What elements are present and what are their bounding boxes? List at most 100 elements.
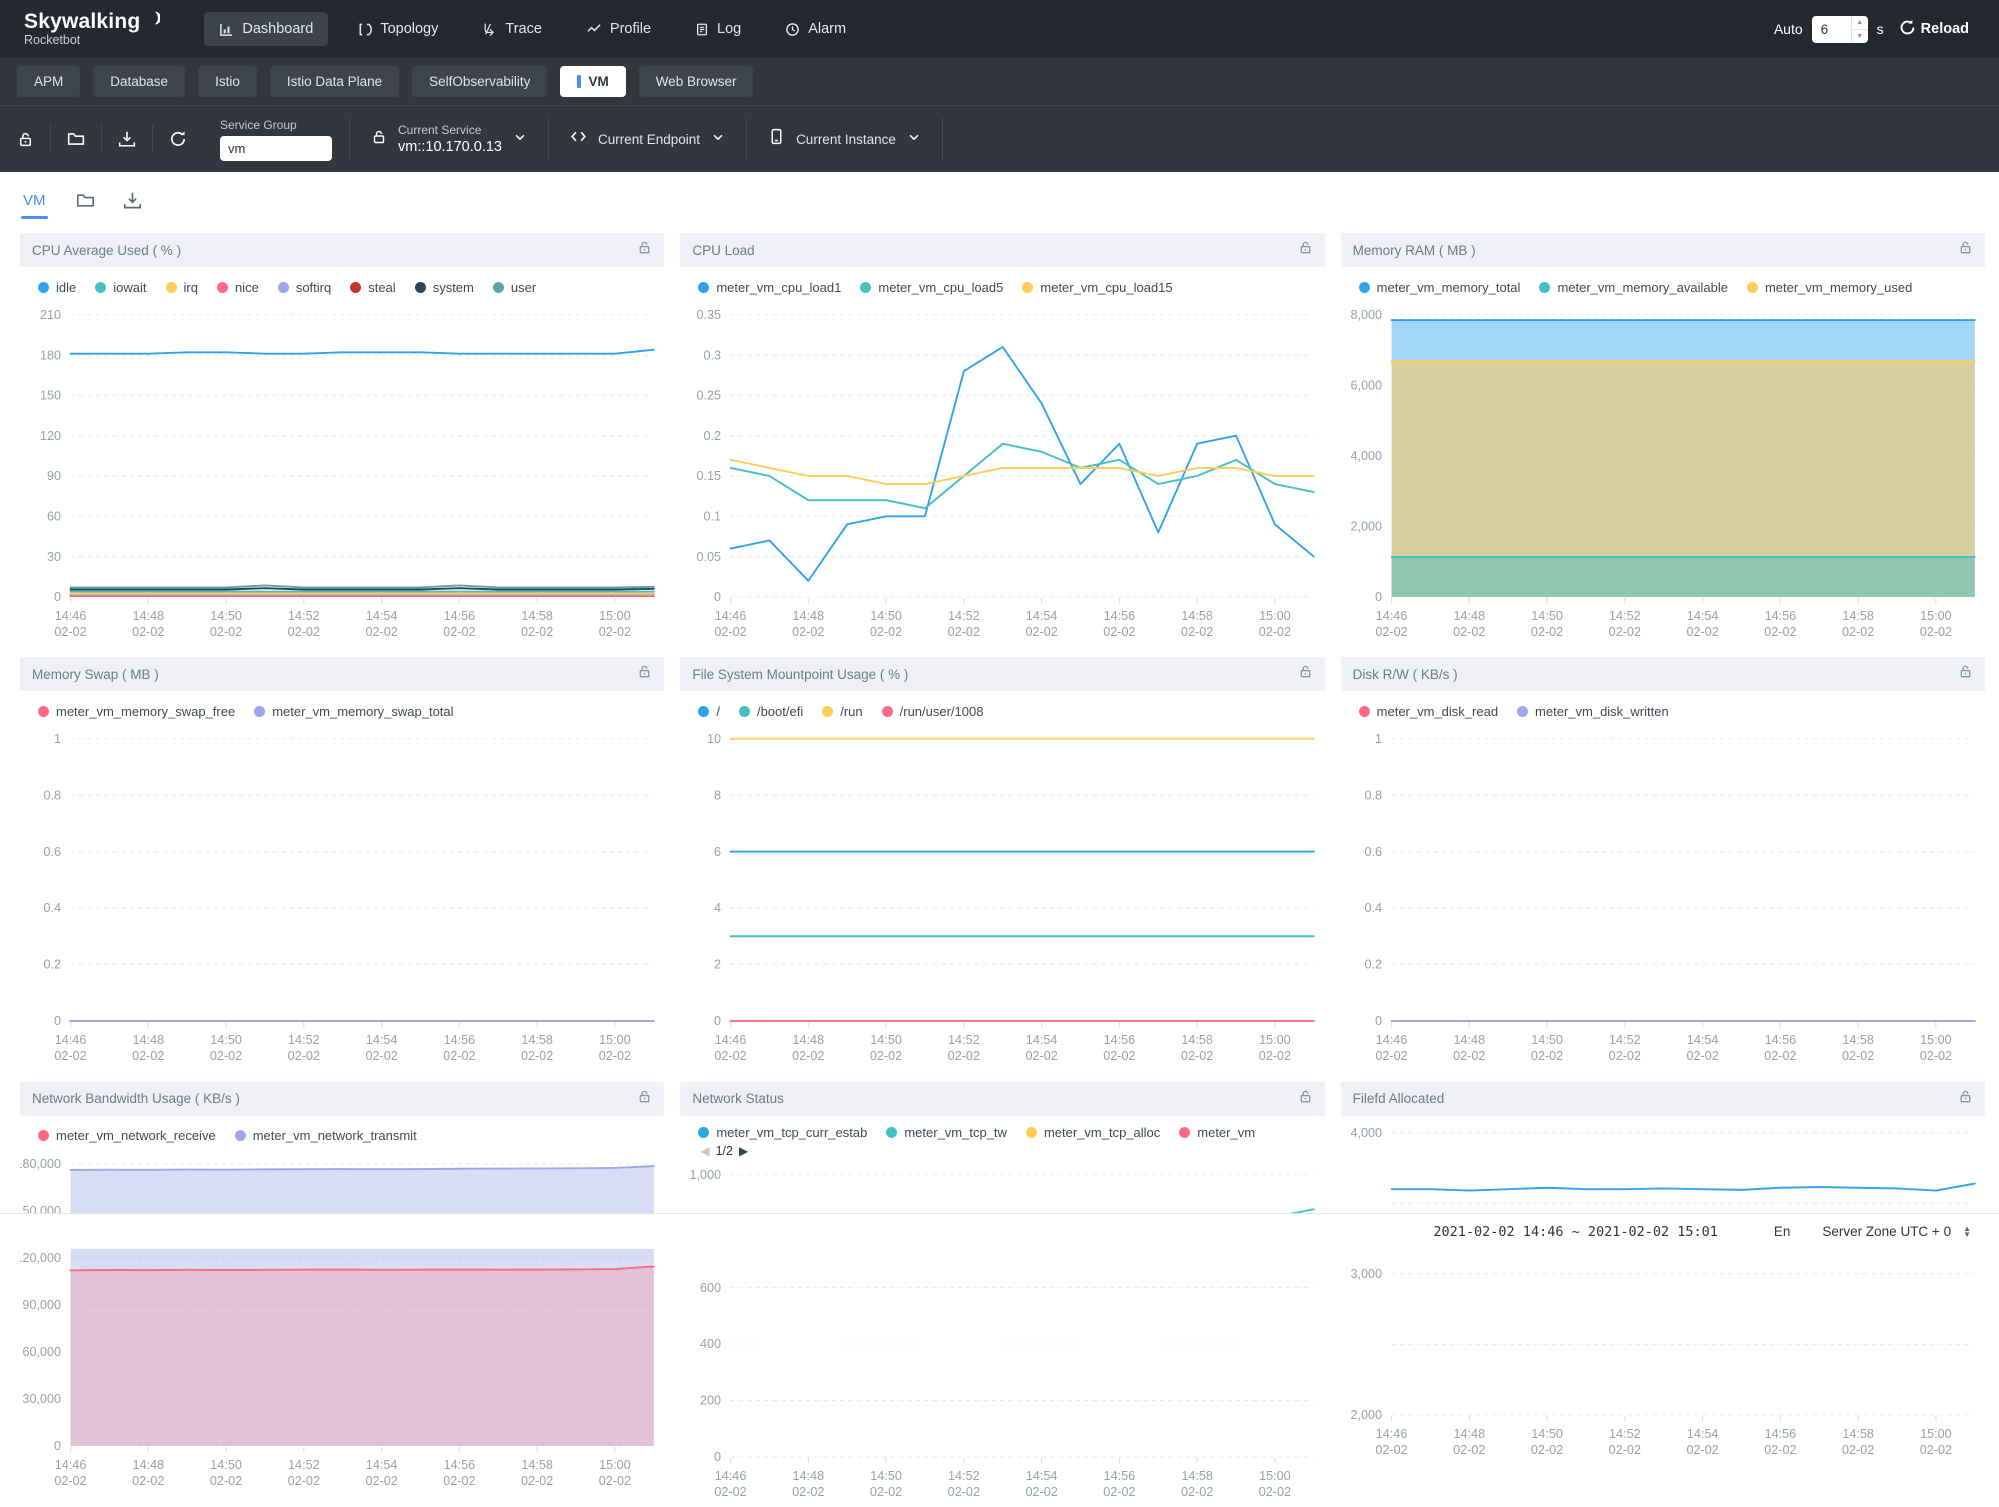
export-toolbar-button[interactable] [102,106,152,172]
lock-icon[interactable] [1958,664,1973,684]
lock-icon[interactable] [637,1089,652,1109]
legend-item-meter-vm-cpu-load15[interactable]: meter_vm_cpu_load15 [1022,280,1172,295]
legend-dot [1026,1127,1037,1138]
reload-button[interactable]: Reload [1893,18,1975,41]
legend-item-meter-vm-memory-swap-free[interactable]: meter_vm_memory_swap_free [38,704,235,719]
legend-item-meter-vm-memory-total[interactable]: meter_vm_memory_total [1359,280,1521,295]
legend-item-meter-vm-network-receive[interactable]: meter_vm_network_receive [38,1128,216,1143]
legend-item-meter-vm[interactable]: meter_vm [1179,1125,1255,1140]
chart-plot-disk-rw[interactable]: 00.20.40.60.8114:4602-0214:4802-0214:500… [1341,724,1985,1071]
chart-plot-memory-swap[interactable]: 00.20.40.60.8114:4602-0214:4802-0214:500… [20,724,664,1071]
lock-icon[interactable] [1958,240,1973,260]
dashboard-tab-istio-data-plane[interactable]: Istio Data Plane [270,66,399,97]
svg-text:14:4802-02: 14:4802-02 [132,1033,164,1063]
legend-item-meter-vm-tcp-tw[interactable]: meter_vm_tcp_tw [886,1125,1007,1140]
view-tab-vm[interactable]: VM [21,172,48,228]
current-service-select[interactable]: Current Service vm::10.170.0.13 [350,106,548,172]
logo-subtitle: Rocketbot [24,34,160,48]
legend-item-meter-vm-tcp-curr-estab[interactable]: meter_vm_tcp_curr_estab [698,1125,867,1140]
dashboard-tab-apm[interactable]: APM [17,66,80,97]
svg-text:14:5602-02: 14:5602-02 [1104,1469,1136,1499]
app-logo[interactable]: Skywalking Rocketbot [24,10,160,48]
chart-legend: / /boot/efi/run/run/user/1008 [680,691,1324,722]
legend-item-meter-vm-cpu-load1[interactable]: meter_vm_cpu_load1 [698,280,841,295]
service-group-input[interactable] [220,136,332,161]
legend-item-meter-vm-disk-written[interactable]: meter_vm_disk_written [1517,704,1669,719]
nav-item-dashboard[interactable]: Dashboard [204,12,328,46]
legend-item-idle[interactable]: idle [38,280,76,295]
current-instance-select[interactable]: Current Instance [747,106,942,172]
legend-item-system[interactable]: system [415,280,474,295]
nav-item-alarm[interactable]: Alarm [770,12,861,46]
dashboard-tab-web-browser[interactable]: Web Browser [639,66,754,97]
chevron-down-icon[interactable] [907,130,921,149]
legend-item-iowait[interactable]: iowait [95,280,146,295]
legend-item-boot-efi[interactable]: /boot/efi [739,704,803,719]
lock-icon[interactable] [1298,1089,1313,1109]
chart-plot-cpu-average-used[interactable]: 030609012015018021014:4602-0214:4802-021… [20,300,664,647]
chart-plot-memory-ram[interactable]: 02,0004,0006,0008,00014:4602-0214:4802-0… [1341,300,1985,647]
language-toggle[interactable]: En [1774,1224,1791,1239]
svg-text:14:4602-02: 14:4602-02 [54,1033,86,1063]
auto-interval-input[interactable]: 6 ▲▼ [1812,16,1868,43]
toolbar: Service Group Current Service vm::10.170… [0,105,1999,172]
legend-item-irq[interactable]: irq [166,280,198,295]
chart-title: Network Bandwidth Usage ( KB/s ) [32,1091,240,1106]
nav-item-trace[interactable]: Trace [467,12,557,46]
chart-title: CPU Average Used ( % ) [32,243,181,258]
legend-item-meter-vm-cpu-load5[interactable]: meter_vm_cpu_load5 [860,280,1003,295]
legend-item-meter-vm-memory-swap-total[interactable]: meter_vm_memory_swap_total [254,704,453,719]
legend-item-meter-vm-disk-read[interactable]: meter_vm_disk_read [1359,704,1498,719]
nav-item-topology[interactable]: Topology [342,12,453,46]
legend-item-[interactable]: / [698,704,720,719]
lock-service-icon[interactable] [371,129,387,150]
chart-plot-filefd-allocated[interactable]: 2,0003,0004,00014:4602-0214:4802-0214:50… [1341,1118,1985,1465]
lock-icon[interactable] [637,240,652,260]
legend-item-steal[interactable]: steal [350,280,395,295]
legend-item-user[interactable]: user [493,280,536,295]
legend-item-meter-vm-network-transmit[interactable]: meter_vm_network_transmit [235,1128,417,1143]
dashboard-tab-istio[interactable]: Istio [198,66,257,97]
time-range-picker[interactable]: 2021-02-02 14:46 ~ 2021-02-02 15:01 [1433,1224,1717,1240]
chevron-down-icon[interactable] [711,130,725,149]
folder-toolbar-button[interactable] [51,106,101,172]
instance-device-icon [768,128,785,150]
legend-item-meter-vm-memory-used[interactable]: meter_vm_memory_used [1747,280,1912,295]
server-zone-stepper[interactable]: ▲▼ [1963,1226,1971,1238]
dashboard-tab-selfobservability[interactable]: SelfObservability [412,66,547,97]
server-zone-control[interactable]: Server Zone UTC + 0 ▲▼ [1822,1224,1971,1239]
chart-plot-cpu-load[interactable]: 00.050.10.150.20.250.30.3514:4602-0214:4… [680,300,1324,647]
svg-text:0.35: 0.35 [697,308,722,322]
folder-view-icon[interactable] [76,191,95,210]
svg-text:0.8: 0.8 [44,789,62,803]
lock-toolbar-button[interactable] [0,106,50,172]
legend-item-run-user-1008[interactable]: /run/user/1008 [882,704,984,719]
svg-text:14:5602-02: 14:5602-02 [1764,1033,1796,1063]
lock-icon[interactable] [637,664,652,684]
chevron-down-icon[interactable] [513,130,527,149]
legend-dot [886,1127,897,1138]
lock-icon[interactable] [1958,1089,1973,1109]
legend-page-prev-icon[interactable]: ◀ [700,1144,709,1158]
chart-plot-network-bandwidth[interactable]: 030,00060,00090,000120,000150,000180,000… [20,1149,664,1496]
chart-plot-filesystem-usage[interactable]: 024681014:4602-0214:4802-0214:5002-0214:… [680,724,1324,1071]
nav-item-profile[interactable]: Profile [571,12,666,46]
legend-item-nice[interactable]: nice [217,280,259,295]
legend-page-next-icon[interactable]: ▶ [739,1144,748,1158]
legend-item-run[interactable]: /run [822,704,862,719]
legend-item-meter-vm-tcp-alloc[interactable]: meter_vm_tcp_alloc [1026,1125,1160,1140]
auto-interval-stepper[interactable]: ▲▼ [1851,16,1868,43]
svg-text:14:5802-02: 14:5802-02 [1842,609,1874,639]
lock-icon[interactable] [1298,240,1313,260]
legend-item-meter-vm-memory-available[interactable]: meter_vm_memory_available [1539,280,1728,295]
dashboard-tab-vm[interactable]: VM [560,66,625,97]
dashboard-tab-database[interactable]: Database [93,66,185,97]
refresh-toolbar-button[interactable] [153,106,203,172]
chart-plot-network-status[interactable]: 02004006008001,00014:4602-0214:4802-0214… [680,1160,1324,1507]
legend-item-softirq[interactable]: softirq [278,280,331,295]
current-endpoint-select[interactable]: Current Endpoint [549,106,746,172]
lock-icon[interactable] [1298,664,1313,684]
nav-item-log[interactable]: Log [680,12,756,46]
download-view-icon[interactable] [123,191,142,210]
dashboard-tab-label: Istio [215,74,240,89]
